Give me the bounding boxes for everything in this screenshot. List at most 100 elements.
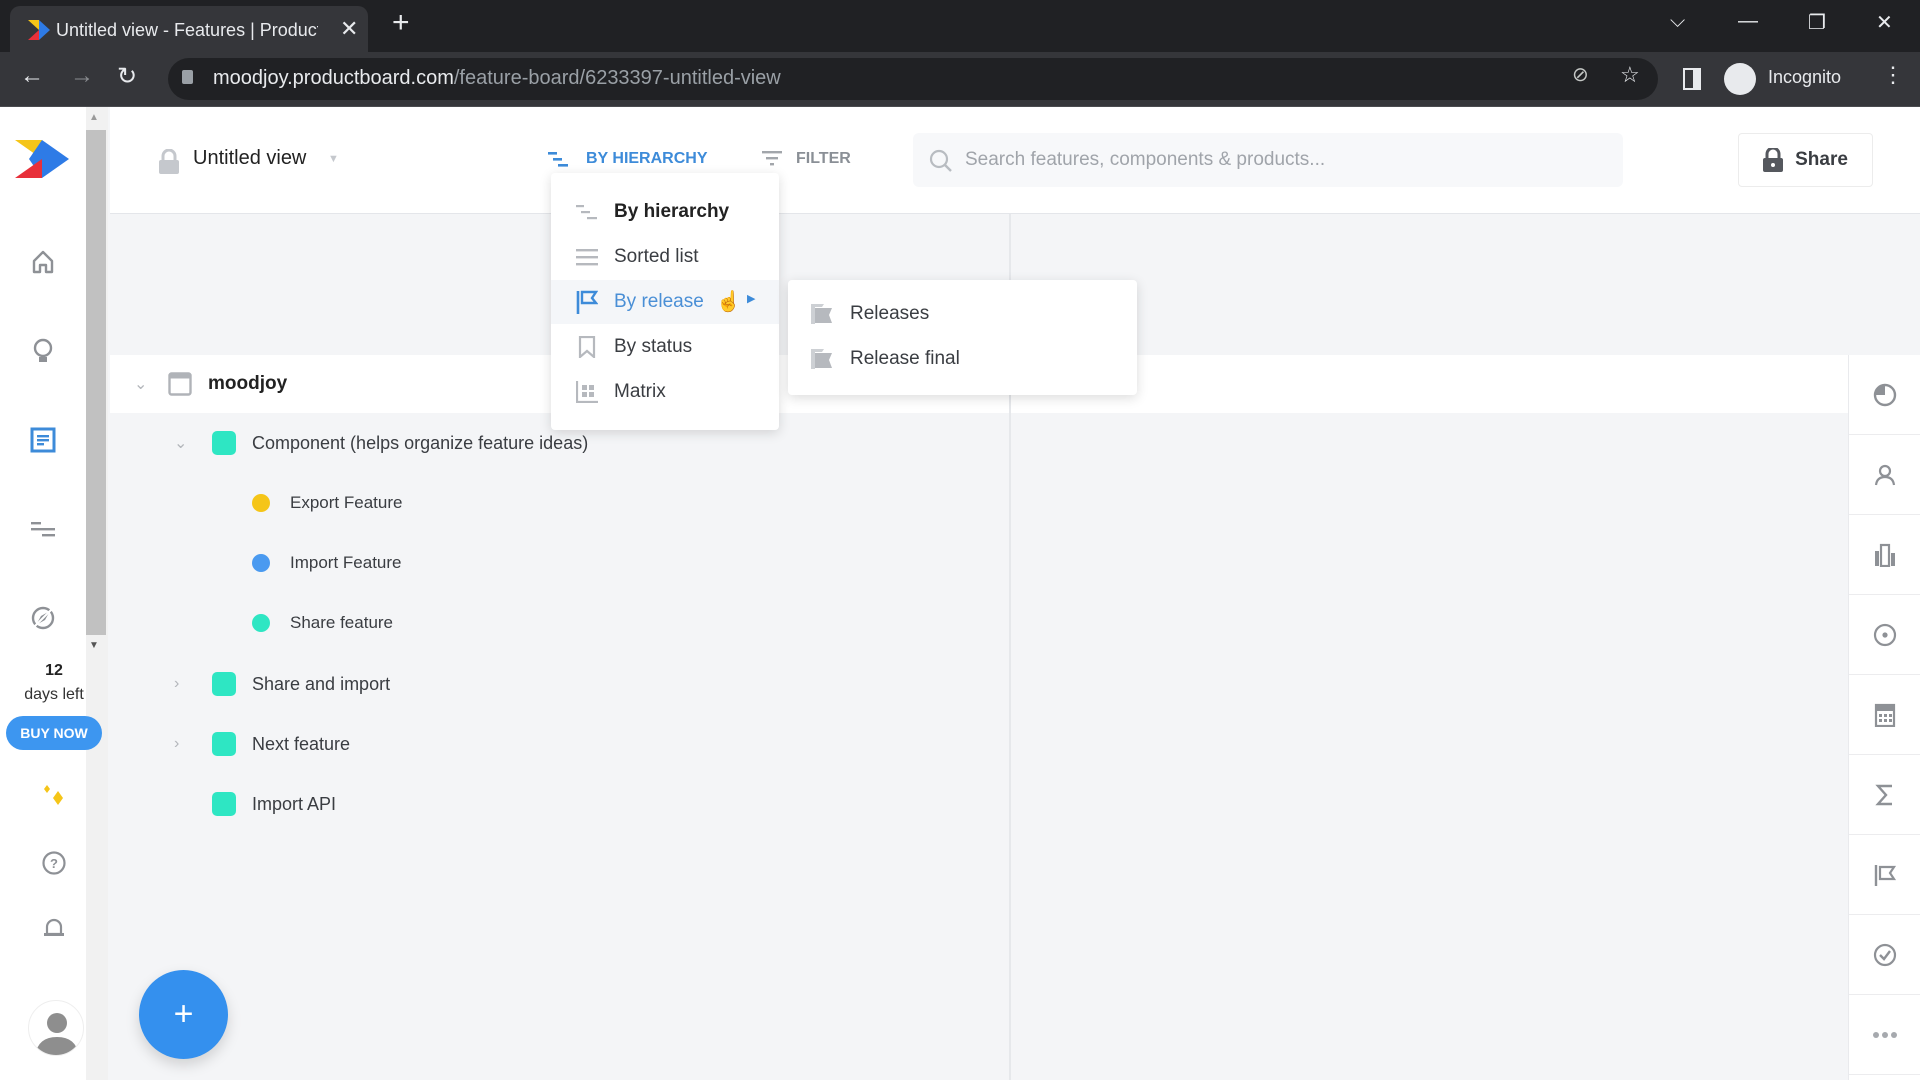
- rail-objective-button[interactable]: [1849, 595, 1920, 675]
- restore-button[interactable]: ❐: [1808, 10, 1826, 35]
- new-tab-button[interactable]: +: [392, 8, 410, 38]
- search-icon: [929, 149, 952, 172]
- tree-row-feature[interactable]: Export Feature: [252, 483, 402, 523]
- notifications-button[interactable]: [36, 910, 72, 946]
- filter-icon: [762, 151, 782, 166]
- rail-score-button[interactable]: [1849, 675, 1920, 755]
- rail-owner-button[interactable]: [1849, 435, 1920, 515]
- user-icon: [1874, 464, 1896, 485]
- release-flag-icon: [1874, 864, 1897, 886]
- tree-row-feature[interactable]: Share feature: [252, 603, 393, 643]
- more-icon: [1873, 1031, 1897, 1038]
- submenu-item-label: Releases: [850, 303, 930, 324]
- sidebar-item-insights[interactable]: [25, 333, 61, 369]
- column-picker-rail: [1848, 355, 1920, 1080]
- trial-days-label: days left: [24, 686, 84, 703]
- submenu-arrow-icon: ▶: [747, 293, 756, 305]
- grouping-label: BY HIERARCHY: [586, 150, 708, 167]
- filter-button[interactable]: FILTER: [762, 150, 851, 168]
- scroll-down-arrow[interactable]: ▼: [89, 640, 99, 651]
- close-tab-icon[interactable]: ✕: [340, 16, 358, 42]
- tree-row-feature[interactable]: Import Feature: [252, 543, 402, 583]
- reload-button[interactable]: ↻: [117, 62, 137, 91]
- bookmark-star-icon[interactable]: ☆: [1620, 62, 1640, 88]
- menu-item-by-release[interactable]: By release ☝ ▶: [551, 280, 779, 324]
- tree-row-label: Import Feature: [290, 553, 402, 572]
- help-button[interactable]: ?: [36, 845, 72, 881]
- tree-row-component[interactable]: › Next feature: [174, 724, 350, 764]
- lock-icon[interactable]: [182, 70, 193, 84]
- expand-chevron-icon[interactable]: ›: [174, 735, 194, 753]
- share-button[interactable]: Share: [1738, 133, 1873, 187]
- create-button[interactable]: +: [139, 970, 228, 1059]
- productboard-logo[interactable]: [15, 140, 69, 178]
- bell-icon: [44, 918, 64, 936]
- incognito-icon: [1724, 63, 1756, 95]
- side-panel-icon[interactable]: [1683, 68, 1701, 90]
- tree-row-component[interactable]: › Share and import: [174, 664, 390, 704]
- sidebar-item-strategy[interactable]: [25, 600, 61, 636]
- tree-root-row[interactable]: ⌄ moodjoy: [134, 364, 287, 404]
- check-circle-icon: [1873, 943, 1897, 966]
- menu-item-matrix[interactable]: Matrix: [551, 370, 779, 414]
- rail-formula-button[interactable]: [1849, 755, 1920, 835]
- rail-release-button[interactable]: [1849, 835, 1920, 915]
- sidebar-item-home[interactable]: [25, 244, 61, 280]
- submenu-item-releases[interactable]: Releases: [788, 292, 1137, 336]
- features-board-icon: [30, 427, 56, 453]
- user-silhouette-icon: [35, 1013, 79, 1055]
- tree-row-label: Next feature: [252, 733, 351, 754]
- whats-new-button[interactable]: [36, 780, 72, 816]
- collapse-chevron-icon[interactable]: ⌄: [134, 374, 154, 394]
- tree-row-label: Share and import: [252, 673, 391, 694]
- tree-row-label: Share feature: [290, 613, 394, 632]
- tab-search-icon[interactable]: ⌵: [1670, 10, 1685, 33]
- url-text[interactable]: moodjoy.productboard.com/feature-board/6…: [213, 67, 781, 90]
- progress-pie-icon: [1873, 383, 1897, 406]
- menu-item-label: By release: [614, 291, 704, 312]
- calculator-icon: [1874, 703, 1896, 727]
- release-group-icon: [811, 304, 832, 324]
- grouping-menu: By hierarchy Sorted list By release ☝ ▶ …: [551, 173, 779, 430]
- browser-tab[interactable]: Untitled view - Features | Productboard …: [10, 6, 368, 52]
- back-button[interactable]: ←: [20, 62, 44, 90]
- component-icon: [212, 672, 236, 696]
- browser-menu-icon[interactable]: ⋮: [1882, 62, 1904, 88]
- rail-progress-button[interactable]: [1849, 355, 1920, 435]
- sidebar-scrollbar-thumb[interactable]: [86, 130, 106, 635]
- trial-days-count: 12: [45, 662, 63, 679]
- feature-status-dot-icon: [252, 494, 270, 512]
- forward-button[interactable]: →: [70, 62, 94, 90]
- tab-title: Untitled view - Features | Productboard: [56, 20, 318, 40]
- minimize-button[interactable]: —: [1738, 10, 1758, 33]
- collapse-chevron-icon[interactable]: ⌄: [174, 433, 194, 453]
- search-input[interactable]: [965, 133, 1605, 187]
- submenu-item-release-final[interactable]: Release final: [788, 337, 1137, 381]
- avatar[interactable]: [28, 1000, 84, 1056]
- buy-now-button[interactable]: BUY NOW: [6, 716, 102, 750]
- url-path: /feature-board/6233397-untitled-view: [453, 67, 781, 89]
- view-title[interactable]: Untitled view: [193, 147, 306, 170]
- scroll-up-arrow[interactable]: ▲: [89, 112, 99, 123]
- search-box[interactable]: [913, 133, 1623, 187]
- menu-item-by-hierarchy[interactable]: By hierarchy: [551, 190, 779, 234]
- tracking-protection-icon[interactable]: ⊘: [1572, 62, 1589, 87]
- compass-icon: [31, 606, 55, 630]
- target-icon: [1873, 623, 1897, 646]
- rail-more-button[interactable]: [1849, 995, 1920, 1075]
- menu-item-label: Sorted list: [614, 246, 699, 267]
- sidebar-item-features[interactable]: [25, 422, 61, 458]
- hierarchy-icon: [576, 205, 597, 220]
- expand-chevron-icon[interactable]: ›: [174, 675, 194, 693]
- lightbulb-icon: [33, 338, 53, 362]
- rail-company-button[interactable]: [1849, 515, 1920, 595]
- menu-item-sorted-list[interactable]: Sorted list: [551, 235, 779, 279]
- grouping-dropdown-button[interactable]: BY HIERARCHY: [548, 150, 708, 168]
- view-menu-caret-icon[interactable]: ▼: [328, 153, 339, 165]
- menu-item-by-status[interactable]: By status: [551, 325, 779, 369]
- tree-row-component[interactable]: ⌄ Component (helps organize feature idea…: [174, 423, 588, 463]
- rail-status-button[interactable]: [1849, 915, 1920, 995]
- close-window-button[interactable]: ✕: [1876, 10, 1893, 35]
- tree-row-component[interactable]: Import API: [174, 784, 336, 824]
- sidebar-item-roadmaps[interactable]: [25, 511, 61, 547]
